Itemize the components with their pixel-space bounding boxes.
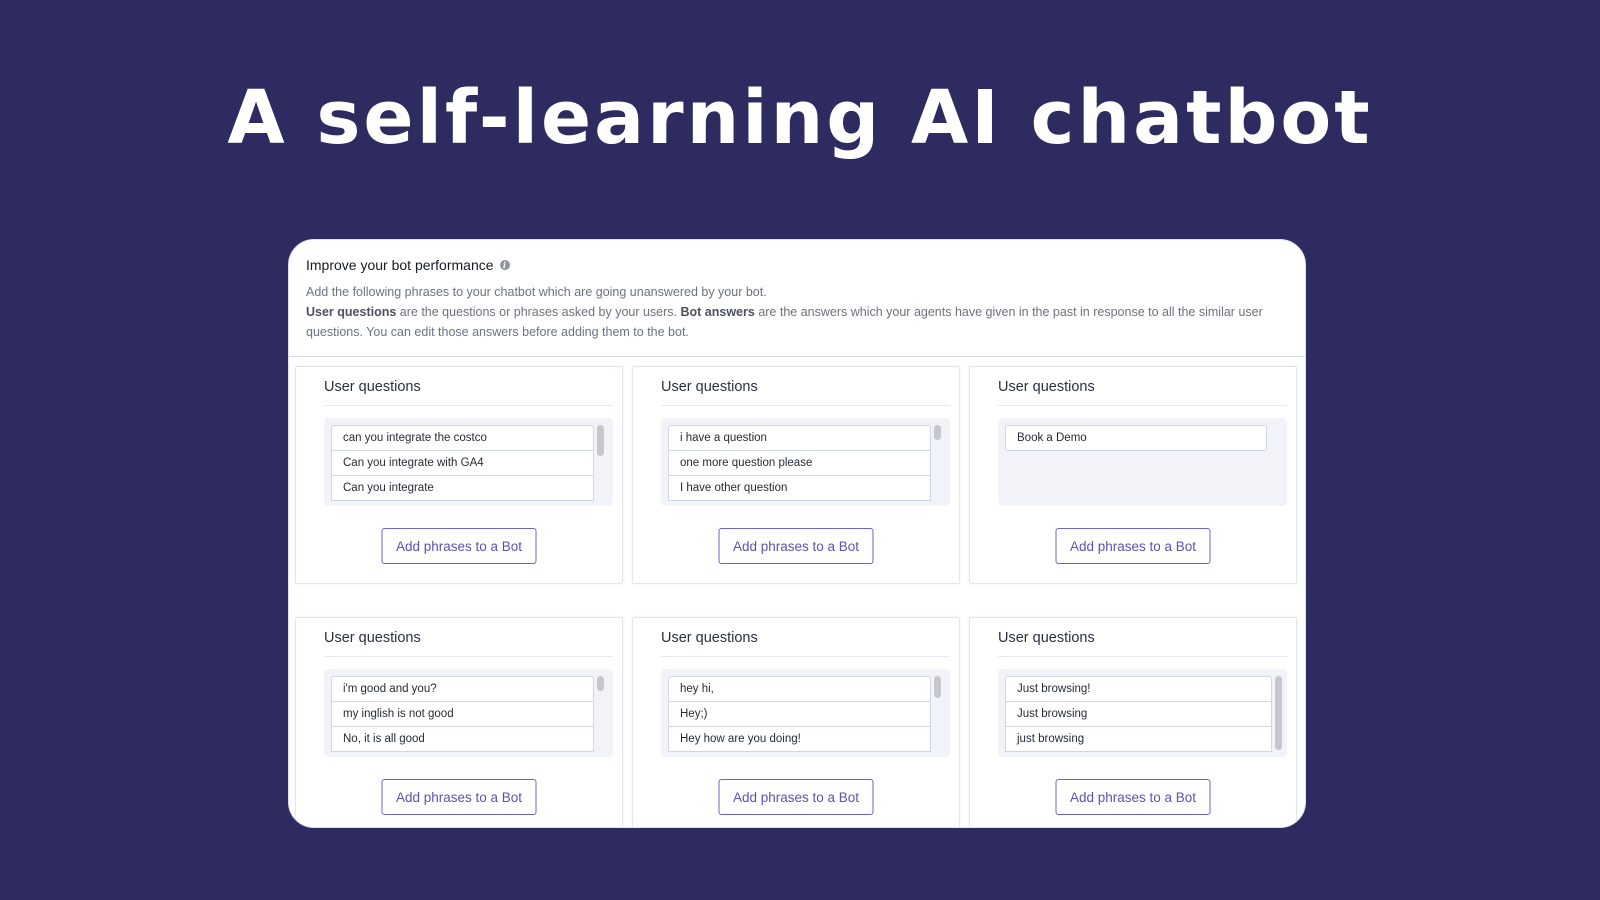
list-item[interactable]: No, it is all good (331, 727, 594, 752)
list-item[interactable]: hey hi, (668, 676, 931, 702)
scrollbar[interactable] (597, 425, 604, 456)
list-item[interactable]: Just browsing (1005, 702, 1272, 727)
user-questions-list: can you integrate the costco Can you int… (324, 418, 613, 506)
panel-title-row: Improve your bot performance i (306, 256, 1288, 274)
divider (998, 656, 1287, 657)
card-title: User questions (661, 630, 758, 646)
description-line-1: Add the following phrases to your chatbo… (306, 285, 767, 299)
user-questions-term: User questions (306, 305, 397, 319)
list-item[interactable]: I have other question (668, 476, 931, 501)
phrase-card: User questions i'm good and you? my ingl… (295, 617, 623, 827)
phrase-card-grid: User questions can you integrate the cos… (295, 366, 1299, 827)
panel-title: Improve your bot performance (306, 257, 494, 273)
list-scroll-area[interactable]: hey hi, Hey;) Hey how are you doing! (668, 676, 931, 752)
list-item[interactable]: Can you integrate with GA4 (331, 451, 594, 476)
list-item[interactable]: Hey;) (668, 702, 931, 727)
list-scroll-area[interactable]: i'm good and you? my inglish is not good… (331, 676, 594, 752)
bot-answers-term: Bot answers (680, 305, 755, 319)
list-scroll-area[interactable]: Just browsing! Just browsing just browsi… (1005, 676, 1272, 752)
list-item[interactable]: Can you integrate (331, 476, 594, 501)
phrase-card: User questions Just browsing! Just brows… (969, 617, 1297, 827)
bot-performance-panel: Improve your bot performance i Add the f… (288, 239, 1306, 828)
user-questions-list: i have a question one more question plea… (661, 418, 950, 506)
list-item[interactable]: i'm good and you? (331, 676, 594, 702)
user-questions-list: Just browsing! Just browsing just browsi… (998, 669, 1287, 757)
scrollbar[interactable] (934, 425, 941, 440)
phrase-card: User questions hey hi, Hey;) Hey how are… (632, 617, 960, 827)
list-item[interactable]: can you integrate the costco (331, 425, 594, 451)
scrollbar[interactable] (934, 676, 941, 698)
add-phrases-button[interactable]: Add phrases to a Bot (381, 528, 537, 564)
card-title: User questions (324, 379, 421, 395)
info-icon[interactable]: i (499, 260, 510, 270)
list-item[interactable]: just browsing (1005, 727, 1272, 752)
add-phrases-button[interactable]: Add phrases to a Bot (381, 779, 537, 815)
phrase-card: User questions Book a Demo Add phrases t… (969, 366, 1297, 584)
divider (998, 405, 1287, 406)
scrollbar[interactable] (597, 676, 604, 691)
panel-header: Improve your bot performance i Add the f… (289, 240, 1305, 357)
add-phrases-button[interactable]: Add phrases to a Bot (1055, 528, 1211, 564)
description-text: are the questions or phrases asked by yo… (396, 305, 681, 319)
list-item[interactable]: one more question please (668, 451, 931, 476)
add-phrases-button[interactable]: Add phrases to a Bot (718, 528, 874, 564)
add-phrases-button[interactable]: Add phrases to a Bot (1055, 779, 1211, 815)
divider (324, 656, 613, 657)
scrollbar[interactable] (1275, 676, 1282, 750)
user-questions-list: i'm good and you? my inglish is not good… (324, 669, 613, 757)
list-item[interactable]: Hey how are you doing! (668, 727, 931, 752)
list-item[interactable]: Just browsing! (1005, 676, 1272, 702)
card-title: User questions (324, 630, 421, 646)
card-title: User questions (661, 379, 758, 395)
user-questions-list: hey hi, Hey;) Hey how are you doing! (661, 669, 950, 757)
add-phrases-button[interactable]: Add phrases to a Bot (718, 779, 874, 815)
user-questions-list: Book a Demo (998, 418, 1287, 506)
divider (661, 405, 950, 406)
divider (324, 405, 613, 406)
list-item[interactable]: Book a Demo (1005, 425, 1267, 451)
card-title: User questions (998, 630, 1095, 646)
divider (661, 656, 950, 657)
list-scroll-area[interactable]: i have a question one more question plea… (668, 425, 931, 501)
card-title: User questions (998, 379, 1095, 395)
list-item[interactable]: my inglish is not good (331, 702, 594, 727)
hero-title: A self-learning AI chatbot (227, 75, 1373, 161)
description-line-2: User questions are the questions or phra… (306, 302, 1288, 342)
phrase-card: User questions can you integrate the cos… (295, 366, 623, 584)
list-item[interactable]: i have a question (668, 425, 931, 451)
phrase-card: User questions i have a question one mor… (632, 366, 960, 584)
panel-description: Add the following phrases to your chatbo… (306, 282, 1288, 342)
list-scroll-area[interactable]: can you integrate the costco Can you int… (331, 425, 594, 501)
